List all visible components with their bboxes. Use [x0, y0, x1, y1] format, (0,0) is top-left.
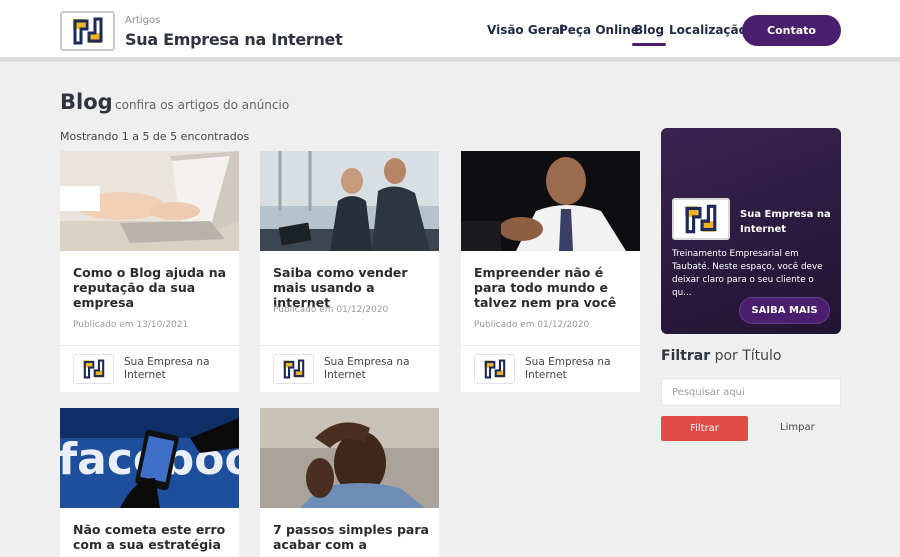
card-footer: Sua Empresa na Internet: [461, 345, 640, 393]
contact-button[interactable]: Contato: [742, 15, 841, 46]
card-author: Sua Empresa na Internet: [324, 356, 410, 381]
card-date: Publicado em 13/10/2021: [73, 320, 189, 330]
nav-peca-online[interactable]: Peça Online: [559, 23, 639, 37]
brand-title: Sua Empresa na Internet: [125, 30, 343, 49]
card-title[interactable]: Saiba como vender mais usando a internet: [273, 265, 433, 310]
business-meeting-image[interactable]: [260, 151, 439, 251]
blog-card[interactable]: Como o Blog ajuda na reputação da sua em…: [60, 151, 239, 392]
card-date: Publicado em 01/12/2020: [273, 305, 389, 315]
card-title[interactable]: 7 passos simples para acabar com a: [273, 522, 433, 552]
filter-heading: Filtrar por Título: [661, 348, 781, 364]
author-logo-icon: [474, 354, 515, 384]
blog-card[interactable]: Saiba como vender mais usando a internet…: [260, 151, 439, 392]
logo-icon: [72, 17, 102, 45]
promo-description: Treinamento Empresarial em Taubaté. Nest…: [672, 249, 823, 298]
nav-blog[interactable]: Blog: [631, 23, 667, 46]
stressed-man-image[interactable]: [260, 408, 439, 508]
blog-card[interactable]: Empreender não é para todo mundo e talve…: [461, 151, 640, 392]
promo-logo-icon: [672, 198, 730, 240]
author-logo-icon: [273, 354, 314, 384]
saiba-mais-button[interactable]: SAIBA MAIS: [739, 297, 830, 324]
filter-heading-rest: por Título: [714, 348, 782, 364]
promo-company-name: Sua Empresa na Internet: [740, 209, 831, 235]
card-author: Sua Empresa na Internet: [525, 356, 611, 381]
results-count: Mostrando 1 a 5 de 5 encontrados: [60, 130, 250, 143]
brand-subtitle: Artigos: [125, 15, 161, 26]
card-title[interactable]: Como o Blog ajuda na reputação da sua em…: [73, 265, 233, 310]
nav-visao-geral[interactable]: Visão Geral: [487, 23, 564, 37]
top-header: Artigos Sua Empresa na Internet Visão Ge…: [0, 0, 900, 62]
card-footer: Sua Empresa na Internet: [60, 345, 239, 393]
blog-card[interactable]: facebook Não cometa este erro com a sua …: [60, 408, 239, 557]
search-input[interactable]: [661, 378, 841, 406]
page-title: Blog: [60, 90, 113, 114]
businessman-pointing-image[interactable]: [461, 151, 640, 251]
card-title[interactable]: Empreender não é para todo mundo e talve…: [474, 265, 634, 310]
card-author: Sua Empresa na Internet: [124, 356, 210, 381]
card-footer: Sua Empresa na Internet: [260, 345, 439, 393]
company-promo-card: Sua Empresa na Internet Treinamento Empr…: [661, 128, 841, 334]
author-logo-icon: [73, 354, 114, 384]
filter-heading-bold: Filtrar: [661, 348, 711, 364]
clear-button[interactable]: Limpar: [780, 422, 815, 433]
laptop-hands-image[interactable]: [60, 151, 239, 251]
facebook-phone-image[interactable]: facebook: [60, 408, 239, 508]
blog-card[interactable]: 7 passos simples para acabar com a: [260, 408, 439, 557]
page-subtitle: confira os artigos do anúncio: [115, 98, 290, 112]
nav-localizacao[interactable]: Localização: [669, 23, 747, 37]
card-title[interactable]: Não cometa este erro com a sua estratégi…: [73, 522, 233, 552]
filter-button[interactable]: Filtrar: [661, 416, 748, 441]
card-date: Publicado em 01/12/2020: [474, 320, 590, 330]
brand-logo[interactable]: [60, 11, 115, 51]
